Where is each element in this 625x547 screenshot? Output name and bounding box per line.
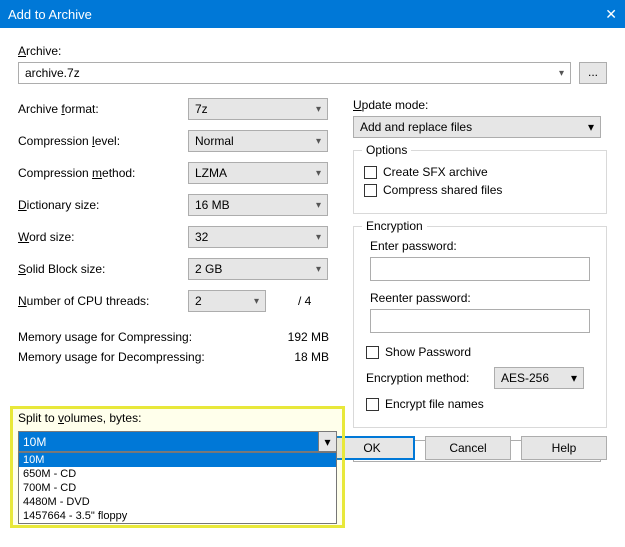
chevron-down-icon: ▾	[316, 168, 321, 179]
split-option[interactable]: 650M - CD	[19, 467, 336, 481]
enc-method-label: Encryption method:	[366, 371, 494, 385]
password-input[interactable]	[370, 257, 590, 281]
cpu-total: / 4	[298, 294, 311, 308]
mem-comp-value: 192 MB	[269, 330, 329, 344]
chevron-down-icon: ▾	[324, 435, 330, 449]
encryption-legend: Encryption	[362, 219, 427, 233]
format-combo[interactable]: 7z▾	[188, 98, 328, 120]
ok-button[interactable]: OK	[329, 436, 415, 460]
chevron-down-icon: ▾	[559, 68, 564, 79]
shared-checkbox[interactable]: Compress shared files	[364, 183, 596, 197]
enter-password-label: Enter password:	[370, 239, 596, 253]
chevron-down-icon: ▾	[254, 296, 259, 307]
split-label: Split to volumes, bytes:	[18, 411, 337, 425]
show-password-checkbox[interactable]: Show Password	[366, 345, 596, 359]
split-dropdown-button[interactable]: ▾	[319, 431, 337, 452]
update-label: Update mode:	[353, 98, 607, 112]
options-legend: Options	[362, 143, 411, 157]
enc-method-combo[interactable]: AES-256▾	[494, 367, 584, 389]
close-icon[interactable]: ✕	[577, 6, 617, 23]
chevron-down-icon: ▾	[316, 200, 321, 211]
update-combo[interactable]: Add and replace files▾	[353, 116, 601, 138]
chevron-down-icon: ▾	[316, 136, 321, 147]
mem-decomp-value: 18 MB	[269, 350, 329, 364]
browse-button[interactable]: ...	[579, 62, 607, 84]
cancel-button[interactable]: Cancel	[425, 436, 511, 460]
method-label: Compression method:	[18, 166, 188, 180]
split-dropdown-list[interactable]: 10M 650M - CD 700M - CD 4480M - DVD 1457…	[18, 452, 337, 524]
split-option[interactable]: 4480M - DVD	[19, 495, 336, 509]
chevron-down-icon: ▾	[316, 264, 321, 275]
mem-comp-label: Memory usage for Compressing:	[18, 330, 192, 344]
split-input[interactable]: 10M	[18, 431, 319, 452]
format-label: Archive format:	[18, 102, 188, 116]
reenter-password-input[interactable]	[370, 309, 590, 333]
archive-label: Archive:	[18, 44, 188, 58]
cpu-combo[interactable]: 2▾	[188, 290, 266, 312]
chevron-down-icon: ▾	[571, 371, 577, 385]
split-option[interactable]: 10M	[19, 453, 336, 467]
method-combo[interactable]: LZMA▾	[188, 162, 328, 184]
word-combo[interactable]: 32▾	[188, 226, 328, 248]
block-label: Solid Block size:	[18, 262, 188, 276]
level-label: Compression level:	[18, 134, 188, 148]
cpu-label: Number of CPU threads:	[18, 294, 188, 308]
dict-label: Dictionary size:	[18, 198, 188, 212]
sfx-checkbox[interactable]: Create SFX archive	[364, 165, 596, 179]
word-label: Word size:	[18, 230, 188, 244]
level-combo[interactable]: Normal▾	[188, 130, 328, 152]
encrypt-names-checkbox[interactable]: Encrypt file names	[366, 397, 596, 411]
split-option[interactable]: 1457664 - 3.5" floppy	[19, 509, 336, 523]
reenter-password-label: Reenter password:	[370, 291, 596, 305]
window-title: Add to Archive	[8, 7, 92, 22]
help-button[interactable]: Help	[521, 436, 607, 460]
chevron-down-icon: ▾	[588, 120, 594, 134]
chevron-down-icon: ▾	[316, 104, 321, 115]
split-option[interactable]: 700M - CD	[19, 481, 336, 495]
block-combo[interactable]: 2 GB▾	[188, 258, 328, 280]
chevron-down-icon: ▾	[316, 232, 321, 243]
dict-combo[interactable]: 16 MB▾	[188, 194, 328, 216]
archive-path-input[interactable]: archive.7z▾	[18, 62, 571, 84]
mem-decomp-label: Memory usage for Decompressing:	[18, 350, 205, 364]
